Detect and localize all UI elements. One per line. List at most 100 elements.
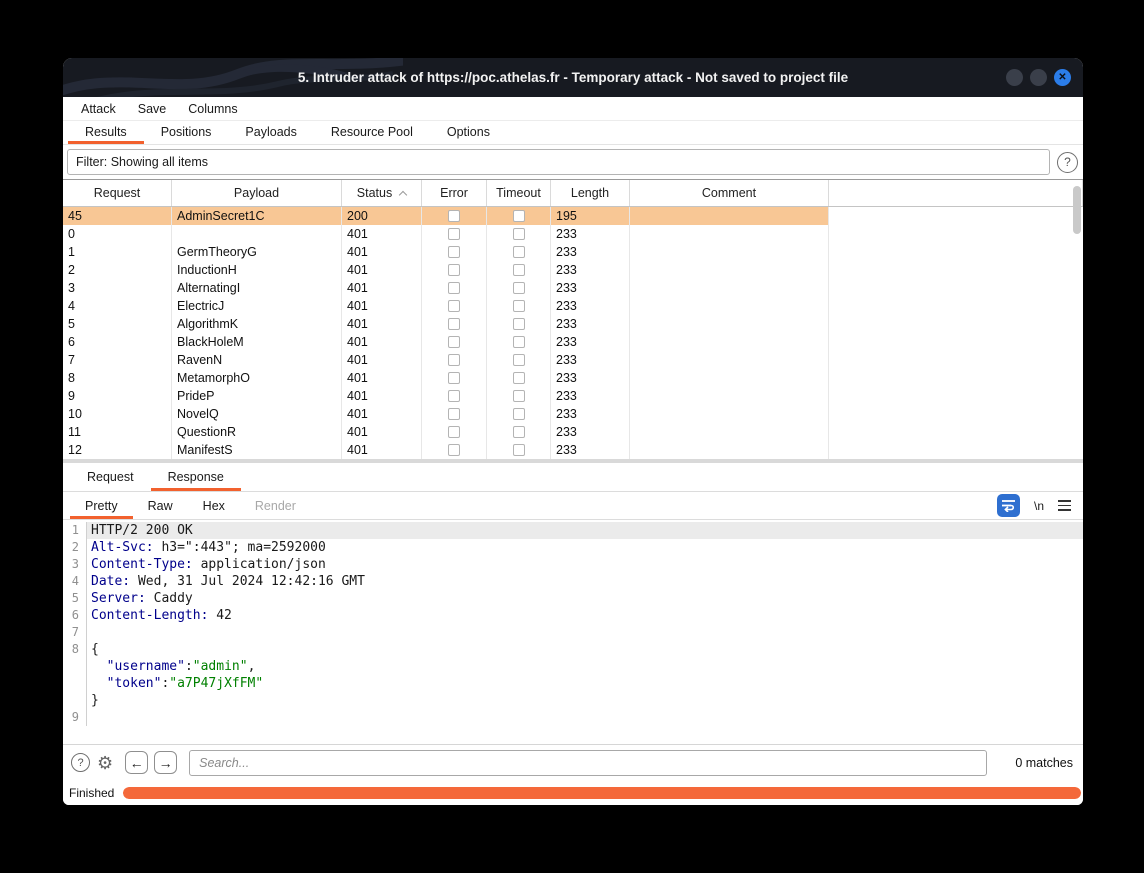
table-row[interactable]: 3AlternatingI401233: [63, 279, 829, 297]
timeout-checkbox[interactable]: [513, 264, 525, 276]
cell-status: 401: [342, 369, 422, 387]
timeout-checkbox[interactable]: [513, 408, 525, 420]
column-header-error[interactable]: Error: [422, 180, 487, 206]
cell-payload: PrideP: [172, 387, 342, 405]
timeout-checkbox[interactable]: [513, 354, 525, 366]
timeout-checkbox[interactable]: [513, 246, 525, 258]
cell-request: 7: [63, 351, 172, 369]
tab-results[interactable]: Results: [68, 121, 144, 144]
filter-text: Filter: Showing all items: [76, 155, 208, 169]
maximize-button[interactable]: [1030, 69, 1047, 86]
menu-attack[interactable]: Attack: [70, 102, 127, 116]
next-match-button[interactable]: →: [154, 751, 177, 774]
table-row[interactable]: 1GermTheoryG401233: [63, 243, 829, 261]
timeout-checkbox[interactable]: [513, 390, 525, 402]
column-header-label: Length: [571, 186, 609, 200]
table-row[interactable]: 45AdminSecret1C200195: [63, 207, 829, 225]
column-header-comment[interactable]: Comment: [630, 180, 829, 206]
word-wrap-icon[interactable]: [997, 494, 1020, 517]
menu-columns[interactable]: Columns: [177, 102, 248, 116]
error-checkbox[interactable]: [448, 354, 460, 366]
subtab-raw[interactable]: Raw: [133, 492, 188, 519]
code-line: 7: [63, 624, 1083, 641]
table-row[interactable]: 9PrideP401233: [63, 387, 829, 405]
timeout-checkbox[interactable]: [513, 372, 525, 384]
error-checkbox[interactable]: [448, 264, 460, 276]
cell-payload: ElectricJ: [172, 297, 342, 315]
error-checkbox[interactable]: [448, 372, 460, 384]
cell-error: [422, 441, 487, 459]
error-checkbox[interactable]: [448, 444, 460, 456]
table-row[interactable]: 4ElectricJ401233: [63, 297, 829, 315]
subtab-render[interactable]: Render: [240, 492, 311, 519]
table-row[interactable]: 2InductionH401233: [63, 261, 829, 279]
error-checkbox[interactable]: [448, 300, 460, 312]
error-checkbox[interactable]: [448, 228, 460, 240]
column-header-request[interactable]: Request: [63, 180, 172, 206]
error-checkbox[interactable]: [448, 390, 460, 402]
table-row[interactable]: 12ManifestS401233: [63, 441, 829, 459]
timeout-checkbox[interactable]: [513, 318, 525, 330]
timeout-checkbox[interactable]: [513, 210, 525, 222]
subtab-pretty[interactable]: Pretty: [70, 492, 133, 519]
attack-status-label: Finished: [67, 786, 123, 800]
filter-bar[interactable]: Filter: Showing all items: [67, 149, 1050, 175]
table-row[interactable]: 11QuestionR401233: [63, 423, 829, 441]
table-row[interactable]: 10NovelQ401233: [63, 405, 829, 423]
search-help-icon[interactable]: ?: [71, 753, 90, 772]
titlebar[interactable]: 5. Intruder attack of https://poc.athela…: [63, 58, 1083, 97]
error-checkbox[interactable]: [448, 318, 460, 330]
column-header-length[interactable]: Length: [551, 180, 630, 206]
cell-timeout: [487, 333, 551, 351]
tab-positions[interactable]: Positions: [144, 121, 229, 144]
timeout-checkbox[interactable]: [513, 444, 525, 456]
error-checkbox[interactable]: [448, 336, 460, 348]
table-row[interactable]: 0401233: [63, 225, 829, 243]
cell-error: [422, 207, 487, 225]
code-line: 4Date: Wed, 31 Jul 2024 12:42:16 GMT: [63, 573, 1083, 590]
table-row[interactable]: 5AlgorithmK401233: [63, 315, 829, 333]
timeout-checkbox[interactable]: [513, 282, 525, 294]
tab-options[interactable]: Options: [430, 121, 507, 144]
tab-response[interactable]: Response: [151, 463, 241, 491]
tab-payloads[interactable]: Payloads: [228, 121, 313, 144]
cell-length: 233: [551, 297, 630, 315]
close-button[interactable]: ✕: [1054, 69, 1071, 86]
menu-save[interactable]: Save: [127, 102, 178, 116]
timeout-checkbox[interactable]: [513, 426, 525, 438]
timeout-checkbox[interactable]: [513, 336, 525, 348]
cell-status: 401: [342, 261, 422, 279]
tab-request[interactable]: Request: [70, 463, 151, 491]
column-header-timeout[interactable]: Timeout: [487, 180, 551, 206]
search-settings-gear-icon[interactable]: ⚙: [97, 754, 113, 772]
filter-help-icon[interactable]: ?: [1057, 152, 1078, 173]
response-editor[interactable]: 1HTTP/2 200 OK2Alt-Svc: h3=":443"; ma=25…: [63, 520, 1083, 745]
minimize-button[interactable]: [1006, 69, 1023, 86]
table-row[interactable]: 8MetamorphO401233: [63, 369, 829, 387]
column-header-payload[interactable]: Payload: [172, 180, 342, 206]
cell-payload: MetamorphO: [172, 369, 342, 387]
error-checkbox[interactable]: [448, 282, 460, 294]
table-row[interactable]: 6BlackHoleM401233: [63, 333, 829, 351]
editor-menu-icon[interactable]: [1058, 500, 1071, 511]
cell-request: 11: [63, 423, 172, 441]
newline-icon[interactable]: \n: [1034, 499, 1044, 513]
tab-resource-pool[interactable]: Resource Pool: [314, 121, 430, 144]
intruder-attack-window: 5. Intruder attack of https://poc.athela…: [63, 58, 1083, 805]
cell-timeout: [487, 369, 551, 387]
timeout-checkbox[interactable]: [513, 300, 525, 312]
error-checkbox[interactable]: [448, 210, 460, 222]
column-header-status[interactable]: Status: [342, 180, 422, 206]
previous-match-button[interactable]: ←: [125, 751, 148, 774]
search-input[interactable]: [189, 750, 987, 776]
error-checkbox[interactable]: [448, 408, 460, 420]
table-row[interactable]: 7RavenN401233: [63, 351, 829, 369]
code-line-text: Content-Length: 42: [87, 607, 1083, 624]
error-checkbox[interactable]: [448, 426, 460, 438]
timeout-checkbox[interactable]: [513, 228, 525, 240]
table-scrollbar[interactable]: [1073, 183, 1081, 455]
subtab-hex[interactable]: Hex: [188, 492, 240, 519]
error-checkbox[interactable]: [448, 246, 460, 258]
scrollbar-thumb[interactable]: [1073, 186, 1081, 234]
cell-error: [422, 297, 487, 315]
